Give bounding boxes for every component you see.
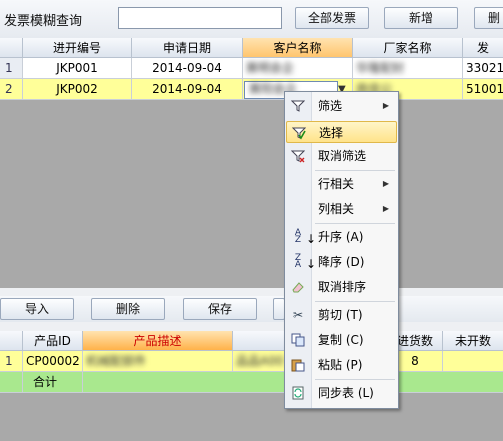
all-invoices-button[interactable]: 全部发票 (295, 7, 369, 29)
cell-extra[interactable]: 510014 (463, 79, 503, 100)
search-input[interactable] (118, 7, 282, 29)
menu-item-label: 列相关 (318, 202, 355, 216)
menu-item-label: 取消筛选 (318, 149, 367, 163)
menu-separator (315, 379, 395, 380)
cell-vendor-text: 华隆配封 (356, 61, 405, 75)
submenu-arrow-icon: ▶ (382, 204, 389, 213)
menu-item-row-related[interactable]: 行相关 ▶ (286, 173, 397, 195)
menu-item-select[interactable]: 选择 (286, 121, 397, 143)
menu-item-sync-table[interactable]: 同步表 (L) (286, 382, 397, 404)
menu-separator (315, 170, 395, 171)
col-header-unopened[interactable]: 未开数 (443, 331, 503, 351)
cell-customer-text: 赛明会企 (246, 61, 295, 75)
invoice-grid: 进开编号 申请日期 客户名称 厂家名称 发 1 JKP001 2014-09-0… (0, 38, 503, 288)
cell-unopened[interactable] (443, 351, 503, 372)
row-number[interactable]: 1 (0, 58, 23, 79)
add-button[interactable]: 新增 (384, 7, 458, 29)
col-header-product-desc[interactable]: 产品描述 (83, 331, 233, 351)
row-number[interactable]: 1 (0, 351, 23, 372)
cell-product-id[interactable]: CP00002 (23, 351, 83, 372)
grid-corner (0, 331, 23, 351)
menu-item-label: 筛选 (318, 99, 343, 113)
import-button[interactable]: 导入 (0, 298, 74, 320)
menu-separator (315, 301, 395, 302)
paste-icon (291, 358, 305, 372)
menu-item-cut[interactable]: ✂ 剪切 (T) (286, 304, 397, 326)
col-header-extra[interactable]: 发 (463, 38, 503, 58)
delete-detail-button[interactable]: 删除 (91, 298, 165, 320)
cell-product-desc-text: 机械配部件 (86, 354, 147, 368)
menu-item-label: 选择 (319, 126, 344, 140)
cell-customer[interactable]: 赛明会企 (243, 58, 353, 79)
cell-no[interactable]: JKP001 (23, 58, 132, 79)
cell-product-text: 品品A00 (236, 354, 284, 368)
sync-icon (291, 386, 305, 400)
menu-item-label: 降序 (D) (318, 255, 365, 269)
copy-icon (291, 333, 305, 347)
context-menu: 筛选 ▶ 选择 取消筛选 行相关 ▶ 列相关 ▶ AZ ↓ 升序 (A) ZA … (284, 91, 399, 409)
sort-desc-icon: ZA (294, 253, 302, 270)
menu-item-label: 剪切 (T) (318, 308, 363, 322)
cell-extra[interactable]: 330213 (463, 58, 503, 79)
funnel-clear-icon (290, 149, 306, 163)
product-grid-empty-area (0, 393, 503, 441)
grid-corner (0, 38, 23, 58)
submenu-arrow-icon: ▶ (382, 179, 389, 188)
menu-item-sort-asc[interactable]: AZ ↓ 升序 (A) (286, 226, 397, 248)
menu-item-label: 粘贴 (P) (318, 358, 363, 372)
menu-item-clear-filter[interactable]: 取消筛选 (286, 145, 397, 167)
col-header-product-id[interactable]: 产品ID (23, 331, 83, 351)
scissors-icon: ✂ (292, 308, 304, 322)
page-title: 发票模糊查询 (4, 14, 83, 29)
down-arrow-icon: ↓ (306, 257, 317, 271)
submenu-arrow-icon: ▶ (382, 101, 389, 110)
menu-item-sort-desc[interactable]: ZA ↓ 降序 (D) (286, 251, 397, 273)
total-row-number (0, 372, 23, 393)
cell-date[interactable]: 2014-09-04 (132, 79, 243, 100)
col-header-customer[interactable]: 客户名称 (243, 38, 353, 58)
menu-item-label: 行相关 (318, 177, 355, 191)
detail-toolbar: 导入 删除 保存 (0, 296, 503, 322)
row-number[interactable]: 2 (0, 79, 23, 100)
menu-item-label: 复制 (C) (318, 333, 364, 347)
menu-item-copy[interactable]: 复制 (C) (286, 329, 397, 351)
save-button[interactable]: 保存 (183, 298, 257, 320)
menu-item-label: 取消排序 (318, 280, 367, 294)
sort-asc-icon: AZ (294, 228, 302, 245)
funnel-check-icon (291, 126, 307, 140)
top-toolbar: 发票模糊查询 全部发票 新增 删 (0, 0, 503, 38)
menu-item-clear-sort[interactable]: 取消排序 (286, 276, 397, 298)
menu-separator (315, 223, 395, 224)
funnel-icon (290, 99, 306, 113)
delete-button[interactable]: 删 (474, 7, 503, 29)
cell-vendor[interactable]: 华隆配封 (353, 58, 463, 79)
col-header-no[interactable]: 进开编号 (23, 38, 132, 58)
cell-product-desc[interactable]: 机械配部件 (83, 351, 233, 372)
menu-item-col-related[interactable]: 列相关 ▶ (286, 198, 397, 220)
menu-item-filter[interactable]: 筛选 ▶ (286, 95, 397, 117)
total-label: 合计 (23, 372, 83, 393)
cell-no[interactable]: JKP002 (23, 79, 132, 100)
product-grid: 产品ID 产品描述 产 进货数 未开数 1 CP00002 机械配部件 品品A0… (0, 331, 503, 441)
cell-date[interactable]: 2014-09-04 (132, 58, 243, 79)
col-header-vendor[interactable]: 厂家名称 (353, 38, 463, 58)
menu-item-label: 升序 (A) (318, 230, 364, 244)
grid-empty-area (0, 100, 503, 288)
menu-item-label: 同步表 (L) (318, 386, 374, 400)
eraser-icon (291, 280, 305, 294)
col-header-date[interactable]: 申请日期 (132, 38, 243, 58)
down-arrow-icon: ↓ (306, 232, 317, 246)
menu-item-paste[interactable]: 粘贴 (P) (286, 354, 397, 376)
